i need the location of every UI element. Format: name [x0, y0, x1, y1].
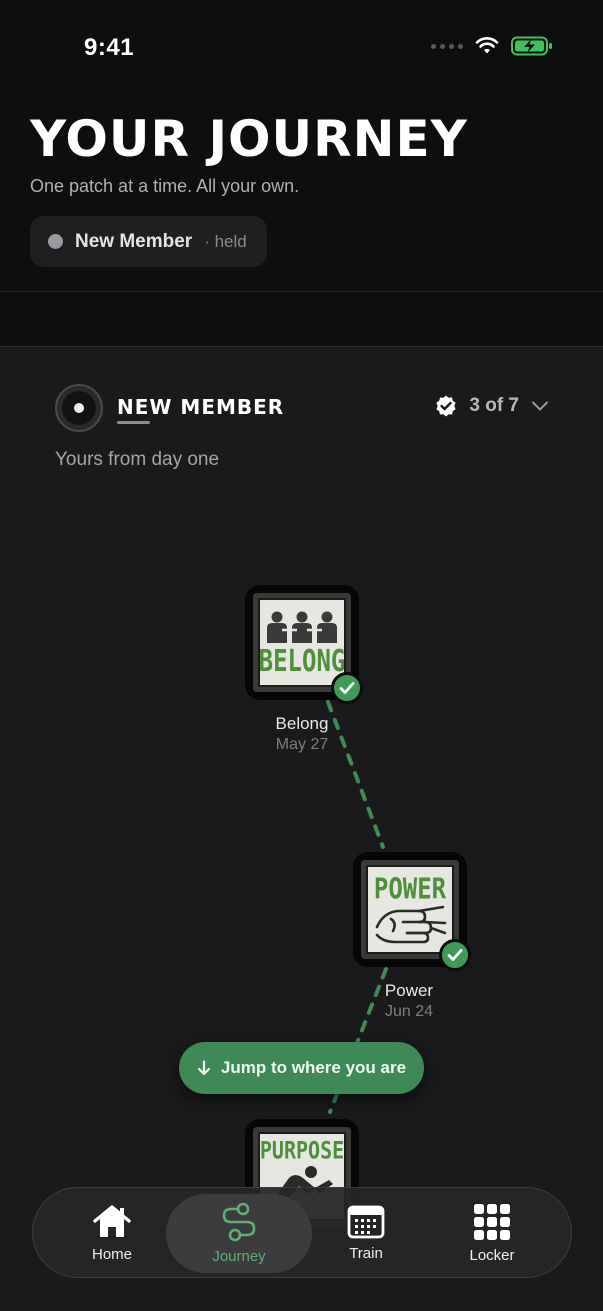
signal-icon — [431, 43, 463, 49]
page-subtitle: One patch at a time. All your own. — [30, 176, 300, 196]
wifi-icon — [475, 37, 499, 54]
tab-train[interactable]: Train — [304, 1194, 428, 1273]
tab-label: Locker — [469, 1247, 515, 1264]
patch-label: Power — [384, 981, 434, 1000]
tab-label: Home — [91, 1246, 132, 1263]
people-icon — [267, 611, 337, 643]
tab-journey[interactable]: Journey — [166, 1194, 312, 1273]
patch-word: POWER — [373, 871, 447, 906]
patch-label: Belong — [275, 714, 329, 733]
status-bar: 9:41 — [0, 0, 603, 96]
calendar-icon — [347, 1205, 385, 1239]
grid-icon — [474, 1204, 510, 1240]
earned-check-icon — [439, 939, 471, 971]
tab-bar: Home Journey Train Locker — [32, 1187, 572, 1278]
fist-icon — [375, 905, 447, 943]
tab-locker[interactable]: Locker — [430, 1194, 554, 1273]
header-divider — [0, 291, 603, 292]
patch-word: BELONG — [258, 643, 346, 678]
jump-button-label: Jump to where you are — [220, 1058, 407, 1077]
patch-word: PURPOSE — [259, 1135, 345, 1165]
current-rank-state: · held — [204, 231, 247, 251]
status-icons — [431, 36, 553, 56]
journey-content[interactable]: NEW MEMBER 3 of 7 Yours from day one BEL… — [0, 346, 603, 1311]
tab-home[interactable]: Home — [50, 1194, 174, 1273]
current-rank-name: New Member — [75, 230, 193, 252]
jump-to-current-button[interactable]: Jump to where you are — [179, 1042, 424, 1094]
battery-charging-icon — [511, 36, 552, 56]
earned-check-icon — [331, 672, 363, 704]
route-icon — [222, 1202, 256, 1242]
tab-label: Train — [349, 1245, 383, 1262]
rank-status-dot — [48, 234, 63, 249]
page-title: YOUR JOURNEY — [30, 110, 468, 168]
status-time: 9:41 — [84, 34, 135, 61]
journey-header: YOUR JOURNEY One patch at a time. All yo… — [0, 96, 603, 292]
current-rank-pill[interactable]: New Member · held — [30, 216, 267, 267]
tab-label: Journey — [212, 1248, 266, 1265]
patch-date: May 27 — [275, 736, 329, 753]
patch-date: Jun 24 — [384, 1003, 434, 1020]
arrow-down-icon — [197, 1060, 211, 1076]
home-icon — [93, 1205, 131, 1237]
